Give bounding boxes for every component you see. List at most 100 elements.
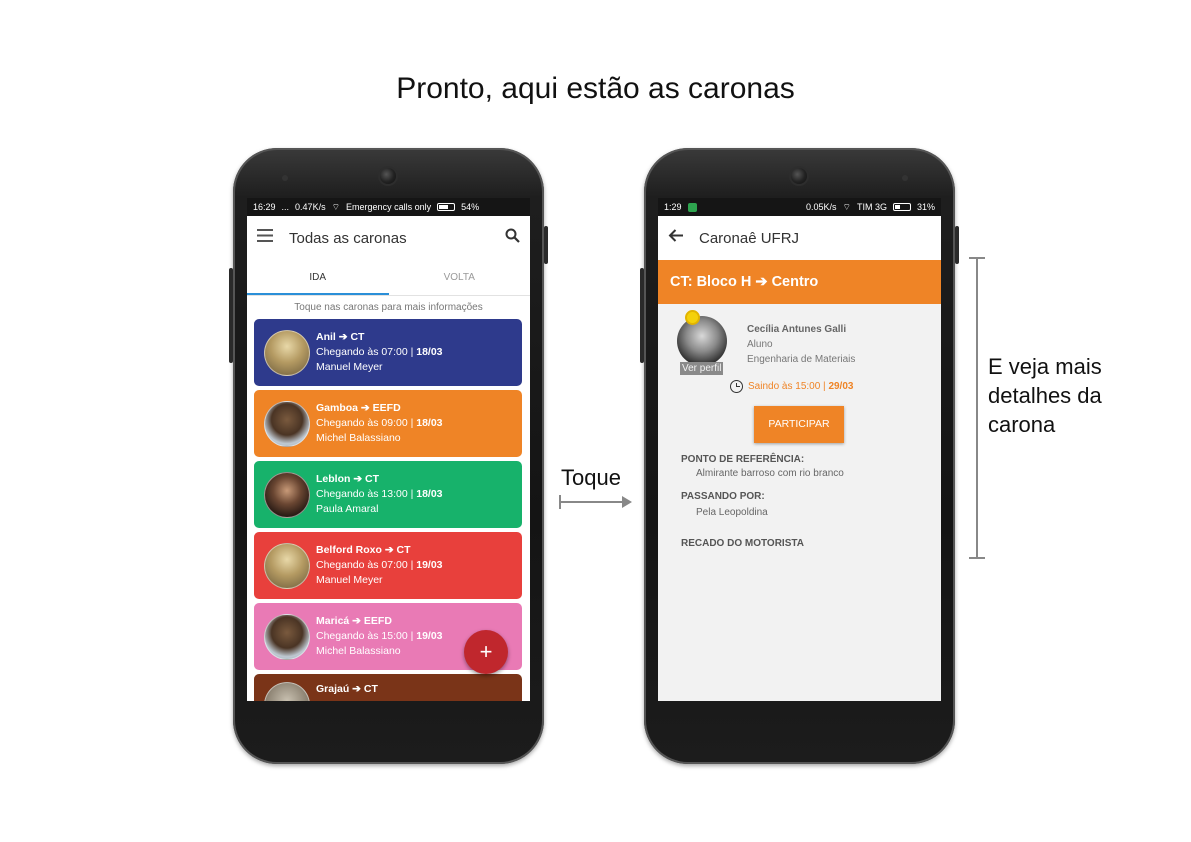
join-ride-button[interactable]: PARTICIPAR (754, 406, 844, 443)
driver-avatar (264, 542, 310, 589)
detail-note-line: E veja mais (988, 354, 1102, 379)
detail-note-line: detalhes da (988, 383, 1102, 408)
status-battery: 31% (916, 202, 935, 212)
driver-avatar (264, 613, 310, 660)
ride-title: CT: Bloco H ➔ Centro (670, 274, 819, 290)
driver-course: Engenharia de Materiais (747, 354, 856, 365)
ride-card[interactable]: Leblon ➔ CT Chegando às 13:00 | 18/03 Paul… (254, 461, 522, 528)
arrival-date: 19/03 (416, 559, 443, 571)
app-title: Caronaê UFRJ (699, 229, 800, 247)
status-time: 16:29 (253, 202, 276, 212)
right-screen: 1:29 0.05K/s ⌔ TIM 3G 31% Caronaê UFRJ C… (658, 198, 941, 701)
driver-avatar (264, 400, 310, 447)
arrow-shaft (560, 501, 626, 503)
ride-route: Maricá ➔ EEFD (316, 615, 392, 627)
reference-value: Almirante barroso com rio branco (696, 468, 844, 479)
status-bar: 1:29 0.05K/s ⌔ TIM 3G 31% (658, 198, 941, 216)
arrival-time: Chegando às 07:00 | (316, 559, 414, 571)
driver-avatar[interactable] (677, 316, 727, 366)
side-button (229, 268, 233, 363)
ride-info: Gamboa ➔ EEFD Chegando às 09:00 | 18/03 Mi… (316, 401, 443, 446)
ride-driver: Michel Balassiano (316, 432, 401, 444)
arrival-time: Chegando às 15:00 | (316, 630, 414, 642)
reference-label: PONTO DE REFERÊNCIA: (681, 454, 805, 465)
driver-name: Cecília Antunes Galli (747, 324, 847, 335)
app-bar: Todas as caronas (247, 216, 530, 260)
ride-info: Grajaú ➔ CT (316, 682, 378, 697)
detail-note: E veja mais detalhes da carona (988, 352, 1102, 439)
ride-driver: Michel Balassiano (316, 645, 401, 657)
ride-info: Maricá ➔ EEFD Chegando às 15:00 | 19/03 Mi… (316, 614, 443, 659)
battery-icon (437, 203, 456, 211)
passing-value: Pela Leopoldina (696, 507, 768, 518)
driver-avatar (264, 682, 310, 701)
departure-date: 29/03 (828, 381, 854, 392)
wifi-icon: ⌔ (331, 201, 341, 212)
ride-route: Anil ➔ CT (316, 331, 365, 343)
driver-note-label: RECADO DO MOTORISTA (681, 538, 804, 549)
arrival-time: Chegando às 09:00 | (316, 417, 414, 429)
status-speed: 0.05K/s (805, 202, 837, 212)
front-camera (791, 168, 807, 184)
ride-driver: Paula Amaral (316, 503, 379, 515)
arrival-time: Chegando às 13:00 | (316, 488, 414, 500)
detail-note-line: carona (988, 412, 1056, 437)
ride-driver: Manuel Meyer (316, 574, 383, 586)
ride-card[interactable]: Gamboa ➔ EEFD Chegando às 09:00 | 18/03 Mi… (254, 390, 522, 457)
menu-icon[interactable] (257, 229, 273, 247)
departure-prefix: Saindo às 15:00 | (748, 381, 826, 392)
arrow-head-icon (622, 496, 632, 508)
tap-hint: Toque nas caronas para mais informações (294, 302, 483, 313)
ride-arrival: Chegando às 09:00 | 18/03 (316, 416, 443, 431)
ride-route: Grajaú ➔ CT (316, 683, 378, 695)
departure-time: Saindo às 15:00 | 29/03 (730, 380, 853, 393)
left-screen: 16:29 ... 0.47K/s ⌔ Emergency calls only… (247, 198, 530, 701)
status-time: 1:29 (664, 202, 682, 212)
flower-accent (687, 312, 698, 323)
status-speed: 0.47K/s (295, 202, 326, 212)
driver-info: Cecília Antunes Galli Aluno Engenharia d… (747, 322, 855, 367)
arrival-time: Chegando às 07:00 | (316, 346, 414, 358)
front-camera (380, 168, 396, 184)
ride-route: Belford Roxo ➔ CT (316, 544, 411, 556)
ride-route: Gamboa ➔ EEFD (316, 402, 401, 414)
search-icon[interactable] (505, 228, 520, 248)
app-title: Todas as caronas (289, 229, 407, 247)
driver-role: Aluno (747, 339, 773, 350)
add-ride-button[interactable]: + (464, 630, 508, 674)
status-signal-text: Emergency calls only (346, 202, 432, 212)
tab-bar: IDA VOLTA (247, 260, 530, 296)
passing-label: PASSANDO POR: (681, 491, 765, 502)
driver-avatar (264, 329, 310, 376)
tab-ida[interactable]: IDA (247, 260, 389, 295)
ride-route: Leblon ➔ CT (316, 473, 380, 485)
arrival-date: 19/03 (416, 630, 443, 642)
page-headline: Pronto, aqui estão as caronas (396, 72, 795, 105)
left-phone: 16:29 ... 0.47K/s ⌔ Emergency calls only… (229, 148, 548, 764)
bracket-bottom (969, 557, 985, 559)
proximity-sensor (902, 175, 908, 181)
status-bar: 16:29 ... 0.47K/s ⌔ Emergency calls only… (247, 198, 530, 216)
ride-info: Leblon ➔ CT Chegando às 13:00 | 18/03 Paul… (316, 472, 443, 517)
bracket-line (976, 258, 978, 558)
view-profile-link[interactable]: Ver perfil (680, 362, 724, 375)
back-arrow-icon[interactable] (668, 229, 683, 247)
right-phone: 1:29 0.05K/s ⌔ TIM 3G 31% Caronaê UFRJ C… (640, 148, 959, 764)
ride-card[interactable]: Belford Roxo ➔ CT Chegando às 07:00 | 19/… (254, 532, 522, 599)
call-icon (687, 202, 697, 212)
arrival-date: 18/03 (416, 417, 443, 429)
ride-card[interactable]: Grajaú ➔ CT (254, 674, 522, 701)
tab-volta[interactable]: VOLTA (389, 260, 531, 295)
ride-arrival: Chegando às 07:00 | 18/03 (316, 345, 443, 360)
ride-card[interactable]: Anil ➔ CT Chegando às 07:00 | 18/03 Manuel… (254, 319, 522, 386)
wifi-icon: ⌔ (842, 201, 851, 212)
ride-arrival: Chegando às 13:00 | 18/03 (316, 487, 443, 502)
proximity-sensor (282, 175, 288, 181)
ride-info: Belford Roxo ➔ CT Chegando às 07:00 | 19/… (316, 543, 443, 588)
side-button (955, 226, 959, 264)
battery-icon (892, 203, 911, 211)
app-bar: Caronaê UFRJ (658, 216, 941, 260)
side-button (544, 226, 548, 264)
ride-info: Anil ➔ CT Chegando às 07:00 | 18/03 Manuel… (316, 330, 443, 375)
ride-driver: Manuel Meyer (316, 361, 383, 373)
